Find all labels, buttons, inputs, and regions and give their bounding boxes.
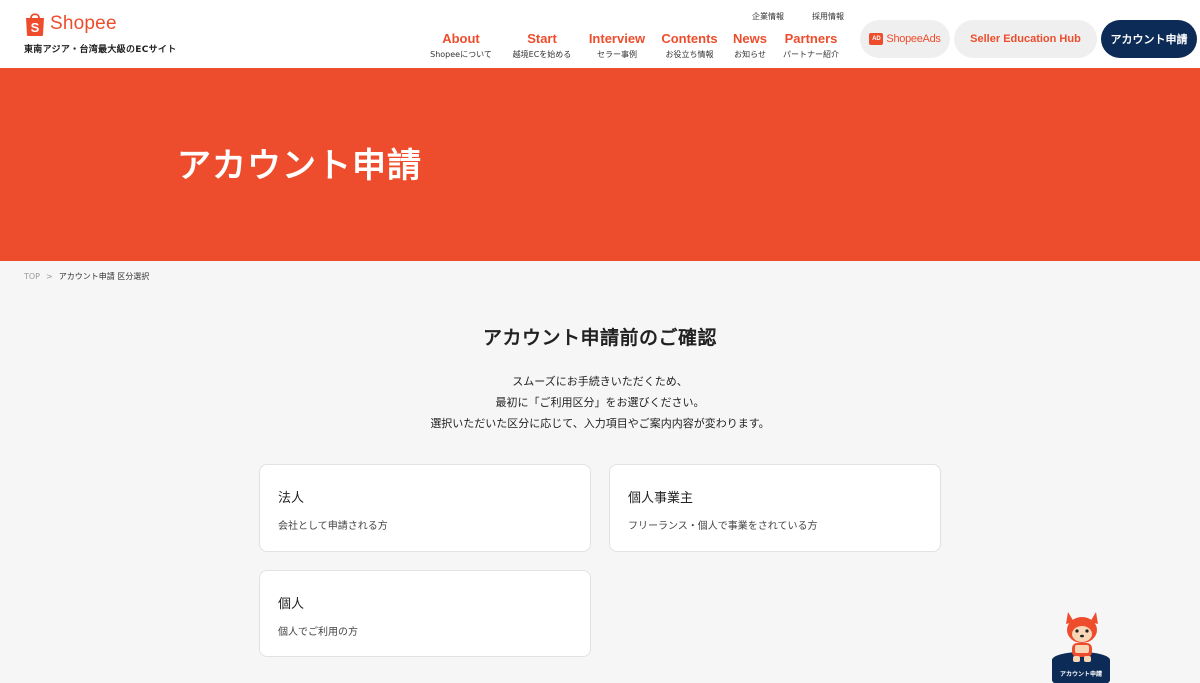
nav-contents-sublabel: お役立ち情報 [665,50,714,59]
option-card-corporation[interactable]: 法人 会社として申請される方 [259,464,591,552]
nav-about[interactable]: About Shopeeについて [425,31,497,60]
nav-contents[interactable]: Contents お役立ち情報 [658,31,721,60]
nav-contents-label: Contents [661,31,718,46]
nav-partners-sublabel: パートナー紹介 [783,50,839,59]
option-card-description: フリーランス・個人で事業をされている方 [628,521,818,532]
logo-tagline: 東南アジア・台湾最大級のECサイト [24,45,177,55]
site-header: S Shopee 東南アジア・台湾最大級のECサイト 企業情報 採用情報 Abo… [0,0,1200,68]
option-card-description: 会社として申請される方 [278,521,388,532]
svg-text:S: S [31,20,40,35]
shopee-ads-button[interactable]: AD ShopeeAds [860,20,950,58]
intro-line: 選択いただいた区分に応じて、入力項目やご案内内容が変わります。 [430,417,770,430]
option-card-title: 法人 [278,491,305,506]
nav-about-sublabel: Shopeeについて [430,50,492,59]
nav-start-label: Start [527,31,557,46]
account-apply-button[interactable]: アカウント申請 [1101,20,1197,58]
breadcrumb: TOP > アカウント申請 区分選択 [24,271,149,282]
nav-partners[interactable]: Partners パートナー紹介 [780,31,842,60]
fox-mascot-icon [1066,612,1098,662]
breadcrumb-current: アカウント申請 区分選択 [58,272,150,281]
option-card-title: 個人事業主 [628,491,694,506]
logo-row: S Shopee [24,10,184,38]
shopping-bag-icon: S [24,11,46,37]
nav-about-label: About [442,31,480,46]
option-card-sole-proprietor[interactable]: 個人事業主 フリーランス・個人で事業をされている方 [609,464,941,552]
breadcrumb-separator: > [46,272,53,281]
nav-interview-label: Interview [588,31,646,46]
nav-partners-label: Partners [784,31,838,46]
intro-text: スムーズにお手続きいただくため、 最初に「ご利用区分」をお選びください。 選択い… [0,371,1200,434]
nav-news[interactable]: News お知らせ [728,31,772,60]
nav-start[interactable]: Start 越境ECを始める [506,31,578,60]
shopee-ads-label: ShopeeAds [886,33,941,45]
section-title: アカウント申請前のご確認 [482,327,717,349]
nav-news-sublabel: お知らせ [734,50,766,59]
nav-interview-sublabel: セラー事例 [597,50,637,59]
ads-badge-icon: AD [869,33,884,45]
breadcrumb-top-link[interactable]: TOP [24,272,40,281]
option-card-individual[interactable]: 個人 個人でご利用の方 [259,570,591,657]
option-card-description: 個人でご利用の方 [278,627,358,638]
page-title: アカウント申請 [177,146,422,186]
intro-line: 最初に「ご利用区分」をお選びください。 [495,396,705,409]
seller-education-hub-button[interactable]: Seller Education Hub [954,20,1097,58]
nav-start-sublabel: 越境ECを始める [512,50,572,59]
mascot-apply-button[interactable]: アカウント申請 [1050,608,1114,683]
hero-banner: アカウント申請 [0,68,1200,261]
intro-line: スムーズにお手続きいただくため、 [512,375,688,388]
corporate-info-link[interactable]: 企業情報 [752,11,784,22]
mascot-apply-label: アカウント申請 [1059,671,1102,678]
careers-link[interactable]: 採用情報 [812,11,844,22]
logo-wordmark: Shopee [50,13,117,34]
nav-news-label: News [733,31,767,46]
option-card-title: 個人 [278,597,305,612]
nav-interview[interactable]: Interview セラー事例 [586,31,648,60]
shopee-logo[interactable]: S Shopee 東南アジア・台湾最大級のECサイト [24,10,184,56]
